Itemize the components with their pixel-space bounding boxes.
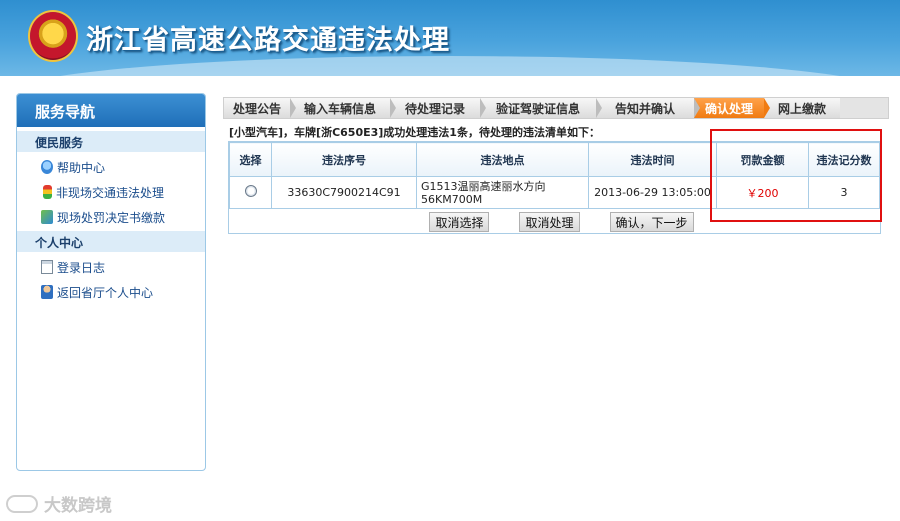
user-icon — [41, 285, 53, 299]
watermark-text: 大数跨境 — [44, 496, 112, 516]
col-header-location: 违法地点 — [416, 142, 589, 177]
sidebar-item-help[interactable]: 帮助中心 — [17, 152, 205, 177]
help-icon — [41, 160, 53, 174]
highlight-box — [710, 129, 882, 222]
violation-id: 33630C7900214C91 — [271, 176, 417, 209]
step-pending-records[interactable]: 待处理记录 — [390, 98, 486, 118]
watermark: 大数跨境 — [6, 491, 112, 516]
col-header-time: 违法时间 — [588, 142, 717, 177]
cancel-processing-button[interactable]: 取消处理 — [519, 212, 580, 232]
sidebar-section-personal: 个人中心 — [17, 231, 205, 252]
sidebar-item-login-log[interactable]: 登录日志 — [17, 252, 205, 277]
processing-notice: [小型汽车]，车牌[浙C650E3]成功处理违法1条，待处理的违法清单如下： — [229, 126, 600, 139]
cancel-selection-button[interactable]: 取消选择 — [429, 212, 490, 232]
select-cell — [229, 176, 272, 209]
sidebar-item-label: 现场处罚决定书缴款 — [57, 210, 166, 225]
payment-icon — [41, 210, 53, 224]
violation-location: G1513温丽高速丽水方向56KM700M — [416, 176, 589, 209]
sidebar-section-convenience: 便民服务 — [17, 131, 205, 152]
police-emblem-icon — [30, 12, 76, 60]
site-header: 浙江省高速公路交通违法处理 — [0, 0, 900, 76]
step-notify-confirm[interactable]: 告知并确认 — [596, 98, 700, 118]
sidebar-item-onsite-payment[interactable]: 现场处罚决定书缴款 — [17, 202, 205, 227]
traffic-light-icon — [43, 185, 52, 199]
step-announcement[interactable]: 处理公告 — [224, 98, 296, 118]
sidebar-item-offsite-violation[interactable]: 非现场交通违法处理 — [17, 177, 205, 202]
violation-time: 2013-06-29 13:05:00 — [588, 176, 717, 209]
sidebar-title: 服务导航 — [17, 94, 205, 127]
col-header-select: 选择 — [229, 142, 272, 177]
sidebar-item-label: 非现场交通违法处理 — [56, 185, 165, 200]
sidebar-item-label: 帮助中心 — [57, 160, 106, 175]
header-swoosh — [0, 56, 900, 76]
watermark-logo-icon — [6, 494, 38, 513]
process-steps: 处理公告 输入车辆信息 待处理记录 验证驾驶证信息 告知并确认 确认处理 网上缴… — [223, 97, 889, 119]
notepad-icon — [41, 260, 53, 274]
step-vehicle-info[interactable]: 输入车辆信息 — [290, 98, 396, 118]
step-online-payment[interactable]: 网上缴款 — [764, 98, 840, 118]
sidebar-item-return-personal-center[interactable]: 返回省厅个人中心 — [17, 277, 205, 302]
sidebar-item-label: 返回省厅个人中心 — [57, 285, 154, 300]
step-confirm-process[interactable]: 确认处理 — [694, 98, 770, 118]
confirm-next-button[interactable]: 确认，下一步 — [609, 212, 694, 232]
sidebar-nav: 服务导航 便民服务 帮助中心 非现场交通违法处理 现场处罚决定书缴款 个人中心 … — [16, 93, 206, 471]
col-header-id: 违法序号 — [271, 142, 417, 177]
step-verify-license[interactable]: 验证驾驶证信息 — [480, 98, 602, 118]
select-radio[interactable] — [244, 185, 257, 197]
site-title: 浙江省高速公路交通违法处理 — [86, 25, 450, 56]
sidebar-item-label: 登录日志 — [57, 260, 106, 275]
